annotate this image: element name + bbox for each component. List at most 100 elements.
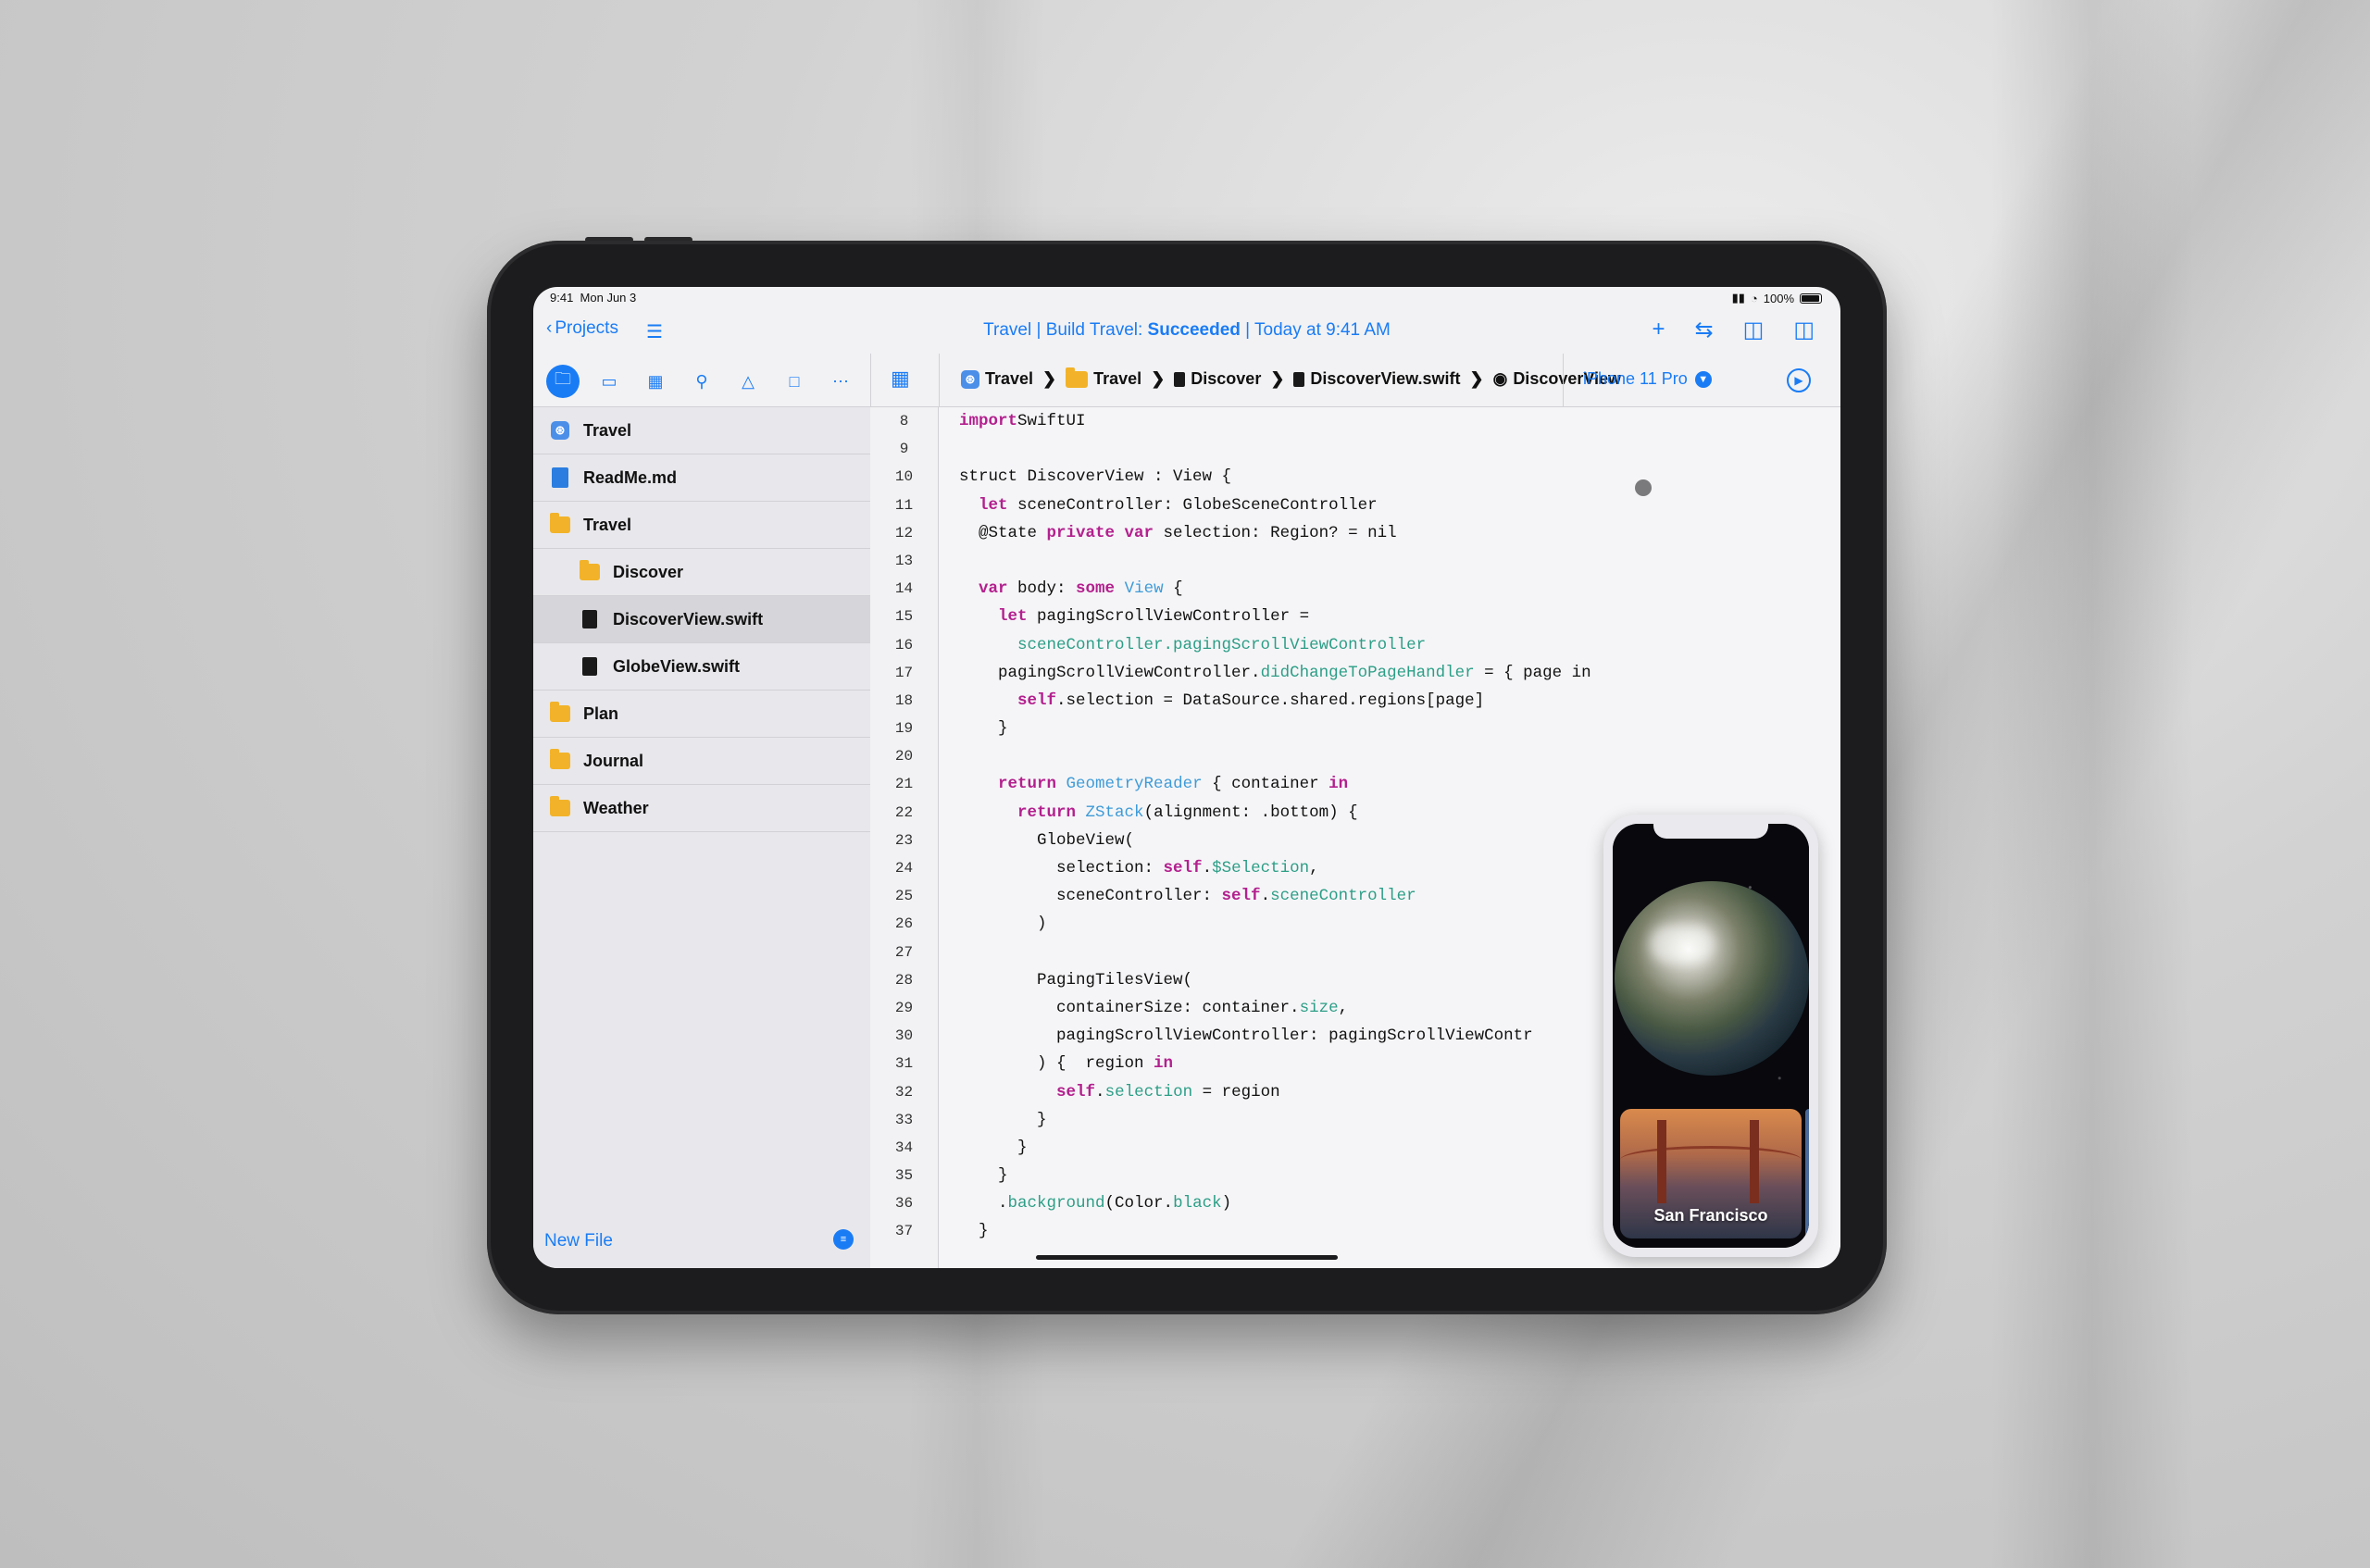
document-icon: [1293, 371, 1305, 387]
chevron-right-icon: ❯: [1151, 369, 1166, 388]
markdown-file-icon-shape: [552, 467, 568, 488]
code-token: pagingScrollViewController =: [1027, 607, 1310, 627]
filter-icon[interactable]: ≡: [833, 1229, 854, 1250]
code-line[interactable]: [939, 742, 1840, 770]
region-card[interactable]: San Francisco: [1620, 1109, 1802, 1238]
sidebar-right-icon[interactable]: ◫: [1793, 317, 1815, 343]
folder-icon-shape: [550, 749, 570, 769]
code-token: selection: [1104, 1082, 1193, 1101]
code-token: .: [1260, 887, 1271, 906]
code-token: self: [1017, 691, 1057, 710]
breadcrumb-label: DiscoverView.swift: [1310, 369, 1461, 388]
swiftui-preview[interactable]: San Francisco: [1603, 815, 1818, 1257]
search-icon[interactable]: ⚲: [685, 365, 718, 398]
code-token: GlobeView(: [959, 830, 1135, 850]
file-item[interactable]: Plan: [533, 691, 870, 738]
new-file-button[interactable]: New File: [544, 1231, 613, 1251]
build-status[interactable]: Travel | Build Travel: Succeeded | Today…: [533, 320, 1840, 341]
file-item-label: Plan: [583, 703, 619, 723]
code-token: let: [979, 495, 1008, 515]
code-token: size: [1299, 998, 1339, 1017]
code-line[interactable]: }: [939, 715, 1840, 742]
line-number: 23: [894, 831, 914, 849]
related-items-grid-icon[interactable]: ▦: [891, 367, 910, 391]
file-item[interactable]: Travel: [533, 502, 870, 549]
code-token: }: [959, 1138, 1028, 1157]
breadcrumb-item-project[interactable]: ⊛ Travel: [961, 369, 1033, 389]
folder-icon: [550, 796, 570, 819]
breadcrumb-item-file[interactable]: DiscoverView.swift: [1293, 369, 1461, 389]
file-item[interactable]: DiscoverView.swift: [533, 596, 870, 643]
run-destination-label: iPhone 11 Pro: [1583, 369, 1688, 388]
pointer-cursor: [1635, 479, 1652, 496]
code-line[interactable]: return GeometryReader { container in: [939, 770, 1840, 798]
folder-icon: [550, 702, 570, 725]
sidebar-left-icon[interactable]: ◫: [1743, 317, 1765, 343]
status-right: ▮▮ ◔ 100%: [1732, 291, 1822, 305]
line-number: 12: [894, 524, 914, 541]
file-item[interactable]: Journal: [533, 738, 870, 785]
code-line[interactable]: [939, 547, 1840, 575]
folder-icon: [580, 560, 600, 583]
run-destination-picker[interactable]: iPhone 11 Pro ▼: [1583, 369, 1712, 389]
code-line[interactable]: sceneController.pagingScrollViewControll…: [939, 631, 1840, 659]
code-token: GeometryReader: [1066, 775, 1203, 794]
toolbar: 🗀 ▭ ▦ ⚲ △ □ ⋯ ▦ ⊛ Travel ❯ Travel ❯ Disco…: [533, 354, 1840, 407]
code-token: in: [1154, 1054, 1174, 1074]
code-line[interactable]: let pagingScrollViewController =: [939, 603, 1840, 630]
more-icon[interactable]: ⋯: [824, 365, 857, 398]
breadcrumb-item-folder[interactable]: Discover: [1174, 369, 1261, 389]
code-token: }: [959, 719, 1008, 739]
code-line[interactable]: struct DiscoverView : View {: [939, 463, 1840, 491]
file-item[interactable]: ReadMe.md: [533, 454, 870, 502]
line-number: 11: [894, 496, 914, 514]
code-line[interactable]: [939, 435, 1840, 463]
code-token: return: [1017, 803, 1077, 822]
add-icon[interactable]: +: [1653, 317, 1665, 343]
phone-notch: [1653, 824, 1768, 839]
title-actions: + ⇆ ◫ ◫: [1653, 317, 1815, 343]
code-line[interactable]: var body: some View {: [939, 575, 1840, 603]
code-line[interactable]: pagingScrollViewController.didChangeToPa…: [939, 659, 1840, 687]
grid-icon[interactable]: ▦: [639, 365, 672, 398]
home-indicator: [1036, 1255, 1338, 1260]
code-line[interactable]: let sceneController: GlobeSceneControlle…: [939, 492, 1840, 519]
build-suffix: | Today at 9:41 AM: [1240, 320, 1391, 340]
file-item[interactable]: Weather: [533, 785, 870, 832]
warning-icon[interactable]: △: [731, 365, 765, 398]
swap-icon[interactable]: ⇆: [1695, 317, 1714, 343]
breadcrumb-label: Discover: [1191, 369, 1262, 388]
line-number-gutter: 8 9 10 11 12 13 14 15 16 17 18 19 20 21 22 23 24 25 26 27 28…: [870, 407, 939, 1268]
document-icon: [1174, 371, 1186, 387]
line-number: 16: [894, 636, 914, 653]
cube-icon[interactable]: ▭: [592, 365, 626, 398]
file-item-label: Journal: [583, 751, 644, 770]
live-preview-icon[interactable]: ▶: [1787, 368, 1811, 392]
code-token: struct DiscoverView : View {: [959, 467, 1232, 487]
folder-icon[interactable]: 🗀: [546, 365, 580, 398]
code-token: sceneController.pagingScrollViewControll…: [1017, 635, 1427, 654]
file-item[interactable]: GlobeView.swift: [533, 643, 870, 691]
code-line[interactable]: @State private var selection: Region? = …: [939, 519, 1840, 547]
battery-icon: [1800, 292, 1822, 304]
code-token: = { page in: [1474, 663, 1591, 682]
code-token: some: [1076, 579, 1116, 599]
file-item[interactable]: ⊛ Travel: [533, 407, 870, 454]
globe-cloud: [1650, 926, 1715, 963]
comment-icon[interactable]: □: [778, 365, 811, 398]
code-line[interactable]: importSwiftUI: [939, 407, 1840, 435]
line-number: 19: [894, 720, 914, 738]
chevron-down-icon: ▼: [1694, 370, 1712, 388]
next-region-card[interactable]: [1805, 1109, 1809, 1238]
code-token: pagingScrollViewController.: [959, 663, 1261, 682]
breadcrumb-item-group[interactable]: Travel: [1066, 367, 1141, 389]
code-line[interactable]: self.selection = DataSource.shared.regio…: [939, 687, 1840, 715]
file-item[interactable]: Discover: [533, 549, 870, 596]
build-result: Succeeded: [1147, 320, 1241, 340]
markdown-file-icon: [550, 467, 570, 489]
